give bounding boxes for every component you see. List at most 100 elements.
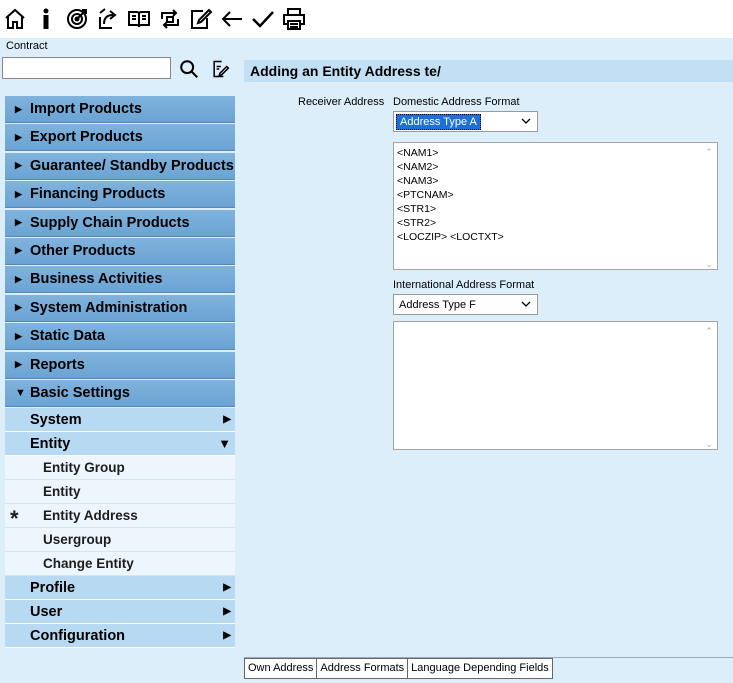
menu-item-basic-settings[interactable]: ▼ Basic Settings [5, 379, 235, 407]
triangle-down-icon: ▼ [218, 436, 231, 452]
info-icon[interactable] [33, 3, 59, 35]
back-arrow-icon[interactable] [219, 3, 245, 35]
address-format-line: <NAM2> [397, 161, 439, 173]
menu-item-supply-chain[interactable]: ▶ Supply Chain Products [5, 209, 235, 237]
domestic-format-textarea[interactable]: <NAM1> <NAM2> <NAM3> <PTCNAM> <STR1> <STR2> <L… [393, 142, 718, 270]
leaf-item-label: Usergroup [43, 532, 112, 548]
scroll-down-icon[interactable]: ⌄ [703, 257, 715, 269]
scroll-up-icon[interactable]: ⌃ [703, 324, 715, 336]
submenu-item-system[interactable]: System ▶ [5, 408, 235, 433]
main-panel: Adding an Entity Address te/ Receiver Ad… [240, 38, 733, 683]
address-format-line: <PTCNAM> [397, 189, 454, 201]
submenu-item-entity[interactable]: Entity ▼ [5, 432, 235, 457]
menu-item-reports[interactable]: ▶ Reports [5, 351, 235, 379]
target-icon[interactable] [64, 3, 90, 35]
triangle-right-icon: ▶ [223, 414, 231, 426]
menu-item-guarantee-standby[interactable]: ▶ Guarantee/ Standby Products [5, 152, 235, 180]
search-icon[interactable] [178, 58, 200, 80]
printer-icon[interactable] [281, 3, 307, 35]
menu-item-system-administration[interactable]: ▶ System Administration [5, 294, 235, 322]
domestic-format-value: Address Type A [396, 113, 481, 130]
leaf-item-label: Entity [43, 484, 81, 500]
export-icon[interactable] [95, 3, 121, 35]
chevron-down-icon [521, 118, 531, 124]
submenu-item-label: Entity [30, 435, 71, 452]
triangle-right-icon: ▶ [15, 359, 22, 370]
tab-own-address[interactable]: Own Address [244, 658, 317, 679]
triangle-right-icon: ▶ [15, 330, 22, 341]
leaf-item-label: Entity Group [43, 460, 125, 476]
navigation-menu: ▶ Import Products ▶ Export Products ▶ Guara… [5, 96, 235, 649]
triangle-right-icon: ▶ [15, 103, 22, 114]
leaf-item-entity[interactable]: Entity [5, 480, 235, 505]
receiver-address-label: Receiver Address [298, 96, 385, 108]
menu-item-static-data[interactable]: ▶ Static Data [5, 323, 235, 351]
edit-icon[interactable] [188, 3, 214, 35]
page-title: Adding an Entity Address te/ [244, 60, 733, 82]
submenu-item-label: Configuration [30, 627, 126, 644]
triangle-right-icon: ▶ [15, 160, 22, 171]
triangle-right-icon: ▶ [15, 188, 22, 199]
triangle-right-icon: ▶ [15, 273, 22, 284]
menu-item-label: Export Products [30, 129, 143, 146]
tab-address-formats[interactable]: Address Formats [316, 658, 408, 679]
scroll-down-icon[interactable]: ⌄ [703, 437, 715, 449]
scroll-up-icon[interactable]: ⌃ [703, 145, 715, 157]
tab-language-depending-fields[interactable]: Language Depending Fields [407, 658, 553, 679]
menu-item-label: Basic Settings [30, 384, 130, 401]
leaf-item-label: Entity Address [43, 508, 138, 524]
home-icon[interactable] [2, 3, 28, 35]
domestic-lines: <NAM1> <NAM2> <NAM3> <PTCNAM> <STR1> <STR2> <L… [397, 146, 714, 244]
menu-item-financing-products[interactable]: ▶ Financing Products [5, 181, 235, 209]
tab-bar: Own Address Address Formats Language Dep… [244, 658, 553, 679]
submenu-item-label: System [30, 411, 82, 428]
edit-document-icon[interactable] [210, 59, 232, 81]
address-format-line: <STR2> [397, 217, 437, 229]
leaf-item-change-entity[interactable]: Change Entity [5, 552, 235, 577]
menu-item-label: Guarantee/ Standby Products [30, 157, 234, 174]
international-format-textarea[interactable]: ⌃ ⌄ [393, 321, 718, 450]
triangle-right-icon: ▶ [15, 245, 22, 256]
leaf-item-entity-group[interactable]: Entity Group [5, 456, 235, 481]
international-format-label: International Address Format [393, 279, 535, 291]
submenu-item-user[interactable]: User ▶ [5, 600, 235, 625]
domestic-format-select[interactable]: Address Type A [393, 111, 538, 132]
menu-item-import-products[interactable]: ▶ Import Products [5, 96, 235, 123]
address-format-line: <STR1> [397, 203, 437, 215]
address-format-line: <LOCZIP> <LOCTXT> [397, 231, 504, 243]
contract-search-input[interactable] [2, 57, 171, 79]
transfer-icon[interactable] [157, 3, 183, 35]
menu-item-label: Financing Products [30, 186, 166, 203]
submenu-item-configuration[interactable]: Configuration ▶ [5, 624, 235, 649]
leaf-item-entity-address[interactable]: * Entity Address [5, 504, 235, 531]
international-format-value: Address Type F [399, 298, 476, 311]
submenu-item-label: Profile [30, 579, 76, 596]
contract-label: Contract [6, 40, 48, 52]
address-format-line: <NAM3> [397, 175, 439, 187]
menu-item-label: Supply Chain Products [30, 214, 190, 231]
leaf-item-usergroup[interactable]: Usergroup [5, 528, 235, 553]
triangle-right-icon: ▶ [15, 217, 22, 228]
checkmark-icon[interactable] [250, 3, 276, 35]
international-format-select[interactable]: Address Type F [393, 294, 538, 315]
submenu-item-profile[interactable]: Profile ▶ [5, 576, 235, 601]
triangle-down-icon: ▼ [15, 386, 26, 399]
triangle-right-icon: ▶ [223, 582, 231, 594]
triangle-right-icon: ▶ [15, 302, 22, 313]
leaf-item-label: Change Entity [43, 556, 134, 572]
menu-item-label: System Administration [30, 299, 188, 316]
triangle-right-icon: ▶ [15, 131, 22, 142]
sidebar: Contract ▶ Import Products ▶ Export Produc… [0, 38, 240, 683]
book-icon[interactable] [126, 3, 152, 35]
chevron-down-icon [521, 301, 531, 307]
menu-item-business-activities[interactable]: ▶ Business Activities [5, 266, 235, 294]
toolbar [0, 0, 733, 38]
menu-item-label: Other Products [30, 242, 136, 259]
triangle-right-icon: ▶ [223, 606, 231, 618]
triangle-right-icon: ▶ [223, 630, 231, 642]
domestic-format-label: Domestic Address Format [393, 96, 520, 108]
menu-item-export-products[interactable]: ▶ Export Products [5, 124, 235, 152]
address-format-line: <NAM1> [397, 147, 439, 159]
menu-item-label: Static Data [30, 328, 105, 345]
menu-item-other-products[interactable]: ▶ Other Products [5, 237, 235, 265]
